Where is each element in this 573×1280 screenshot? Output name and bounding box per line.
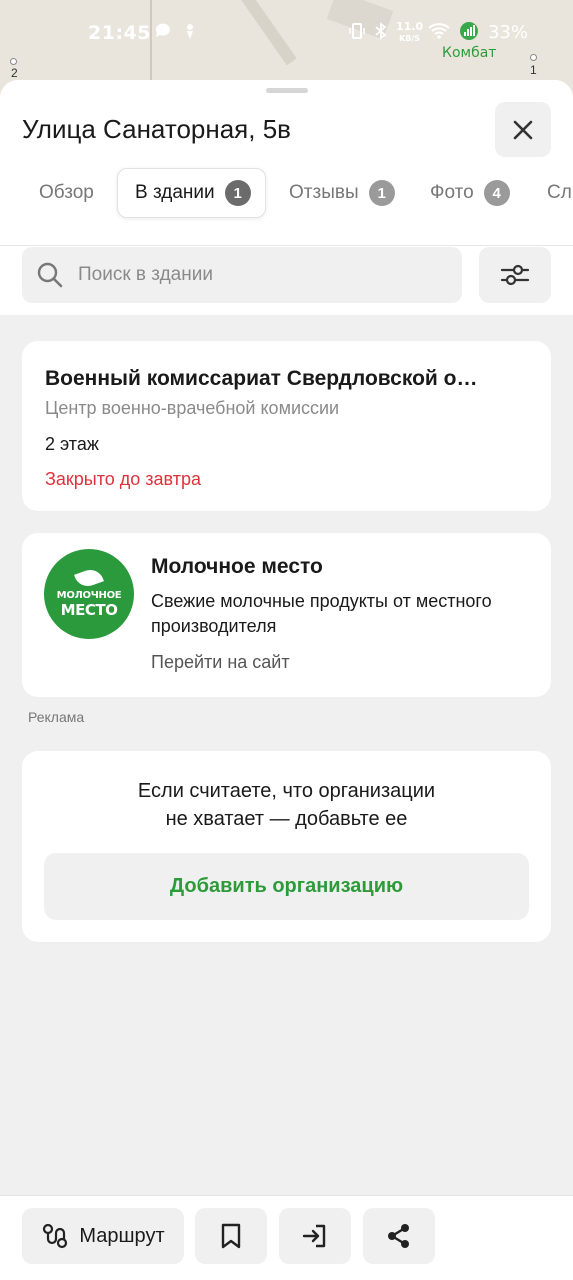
search-input[interactable]: Поиск в здании [22,247,462,303]
close-icon [513,120,533,139]
enter-icon [302,1224,326,1248]
tab-count-badge: 1 [224,180,251,206]
tab-reviews[interactable]: Отзывы 1 [289,168,395,218]
tab-label: Обзор [39,182,94,203]
organization-category: Центр военно-врачебной комиссии [45,398,340,418]
leaf-icon [74,565,104,590]
ad-logo-line2: МЕСТО [60,600,118,619]
status-bar: 21:45 11.0 KB/S 33% [0,0,573,64]
sheet-drag-handle[interactable] [266,88,308,93]
ad-description: Свежие молочные продукты от местного про… [151,591,492,636]
tab-count-badge: 4 [483,180,510,206]
organization-name: Военный комиссариат Свердловской о… [45,367,478,390]
network-speed-unit: KB/S [399,34,421,43]
place-title: Улица Санаторная, 5в [22,114,291,144]
ad-logo: МОЛОЧНОЕ МЕСТО [44,549,134,639]
share-button[interactable] [363,1208,435,1264]
search-icon [37,262,63,288]
route-button[interactable]: Маршрут [22,1208,184,1264]
tab-count-badge: 1 [368,180,395,206]
route-icon [43,1223,68,1249]
sheet-header: Улица Санаторная, 5в Обзор В здании 1 От… [0,80,573,315]
tab-label: Отзывы [289,182,359,203]
tab-more[interactable]: Сл [547,168,572,218]
route-label: Маршрут [79,1224,165,1247]
bookmark-icon [221,1223,241,1249]
map-pin-label: 1 [530,63,537,77]
add-organization-message: Если считаете, что организации не хватае… [22,777,551,833]
network-speed: 11.0 KB/S [396,20,424,44]
signal-icon [458,22,480,44]
wifi-icon [428,22,450,44]
place-sheet: Улица Санаторная, 5в Обзор В здании 1 От… [0,80,573,1280]
tab-in-building[interactable]: В здании 1 [117,168,266,218]
close-button[interactable] [495,102,551,157]
organization-card[interactable]: Военный комиссариат Свердловской о… Цент… [22,341,551,511]
battery-level: 33% [488,22,529,43]
share-icon [388,1224,409,1248]
ad-title: Молочное место [151,555,323,578]
organization-floor: 2 этаж [45,434,99,454]
add-organization-button[interactable]: Добавить организацию [44,853,529,920]
tab-label: Сл [547,182,572,203]
map-pin-label: 2 [11,66,18,80]
tab-photos[interactable]: Фото 4 [430,168,510,218]
search-row: Поиск в здании [0,245,573,315]
organization-hours-status: Закрыто до завтра [45,469,201,489]
add-organization-line2: не хватает — добавьте ее [165,808,408,830]
tab-label: Фото [430,182,474,203]
ad-label: Реклама [28,709,85,725]
add-organization-line1: Если считаете, что организации [137,780,436,802]
search-placeholder: Поиск в здании [78,264,213,285]
tab-bar: Обзор В здании 1 Отзывы 1 Фото 4 Сл [0,168,573,220]
filter-sliders-icon [500,264,530,286]
ad-website-link[interactable]: Перейти на сайт [151,652,290,673]
tab-label: В здании [135,182,215,203]
bluetooth-icon [373,22,389,44]
network-speed-value: 11.0 [396,20,424,33]
tab-overview[interactable]: Обзор [39,168,94,218]
add-organization-card: Если считаете, что организации не хватае… [22,751,551,942]
bottom-action-bar: Маршрут [0,1195,573,1280]
filter-button[interactable] [479,247,551,303]
vibrate-icon [348,22,366,44]
notification-icon [182,22,198,44]
bookmark-button[interactable] [195,1208,267,1264]
ad-logo-line1: МОЛОЧНОЕ [56,589,122,601]
enter-button[interactable] [279,1208,351,1264]
ad-card[interactable]: МОЛОЧНОЕ МЕСТО Молочное место Свежие мол… [22,533,551,697]
status-time: 21:45 [88,22,151,44]
chat-notification-icon [154,22,172,44]
